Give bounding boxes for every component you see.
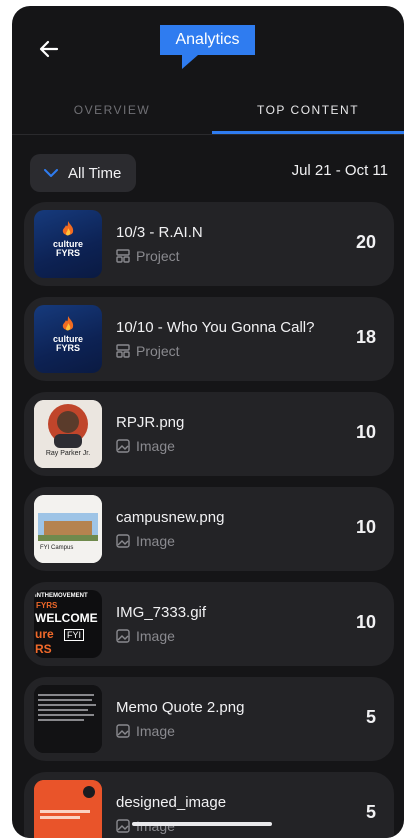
tab-top-content[interactable]: TOP CONTENT <box>212 86 404 134</box>
thumb-text-rs: RS <box>35 642 52 656</box>
item-type-label: Project <box>136 343 180 359</box>
thumb-text-ray: Ray Parker Jr. <box>45 450 91 457</box>
campus-graphic <box>34 495 102 563</box>
image-thumbnail <box>34 780 102 838</box>
item-title: 10/10 - Who You Gonna Call? <box>116 319 315 336</box>
image-icon <box>116 819 130 833</box>
item-count: 10 <box>355 612 376 632</box>
image-thumbnail <box>34 685 102 753</box>
project-icon <box>116 249 130 263</box>
project-thumbnail: culture FYRS <box>34 305 102 373</box>
thumb-text-welcome: WELCOME <box>35 611 98 625</box>
item-count: 5 <box>365 707 376 727</box>
thumb-text-fyrs: FYRS <box>55 343 80 353</box>
tab-overview[interactable]: OVERVIEW <box>12 86 212 134</box>
item-type-label: Image <box>136 723 175 739</box>
list-item[interactable]: INTHEMOVEMENT FYRS WELCOME ure RS FYI IM… <box>24 582 394 666</box>
item-type-label: Image <box>136 438 175 454</box>
item-title: Memo Quote 2.png <box>116 699 245 716</box>
tab-bar: OVERVIEW TOP CONTENT <box>12 86 404 135</box>
designed-graphic <box>34 780 102 838</box>
date-range-text: Jul 21 - Oct 11 <box>291 162 388 179</box>
item-type-label: Project <box>136 248 180 264</box>
thumb-text-fyrs: FYRS <box>55 248 80 258</box>
back-arrow-icon <box>39 40 59 58</box>
list-item[interactable]: Ray Parker Jr. RPJR.png Image 10 <box>24 392 394 476</box>
thumb-text-campus: FYI Campus <box>40 545 74 551</box>
item-type: Project <box>116 248 180 264</box>
project-icon <box>116 344 130 358</box>
image-icon <box>116 534 130 548</box>
item-title: campusnew.png <box>116 509 225 526</box>
item-count: 10 <box>355 422 376 442</box>
thumb-text-ure: ure <box>35 627 54 641</box>
time-range-label: All Time <box>68 164 122 182</box>
project-thumbnail: culture FYRS <box>34 210 102 278</box>
list-item[interactable]: FYI Campus campusnew.png Image 10 <box>24 487 394 571</box>
list-item[interactable]: culture FYRS 10/3 - R.AI.N Project 20 <box>24 202 394 286</box>
item-type-label: Image <box>136 818 175 834</box>
item-type: Image <box>116 628 175 644</box>
item-type: Project <box>116 343 180 359</box>
flame-icon <box>61 220 75 238</box>
list-item[interactable]: designed_image Image 5 <box>24 772 394 838</box>
image-thumbnail: INTHEMOVEMENT FYRS WELCOME ure RS FYI <box>34 590 102 658</box>
thumb-text-movement: INTHEMOVEMENT <box>35 593 88 599</box>
list-item[interactable]: Memo Quote 2.png Image 5 <box>24 677 394 761</box>
thumb-text-fyi: FYI <box>64 629 85 641</box>
home-indicator <box>132 822 272 826</box>
active-tab-indicator <box>212 131 404 134</box>
flame-icon <box>61 315 75 333</box>
item-count: 10 <box>355 517 376 537</box>
item-count: 20 <box>355 232 376 252</box>
item-title: RPJR.png <box>116 414 185 431</box>
item-title: IMG_7333.gif <box>116 604 207 621</box>
item-count: 5 <box>365 802 376 822</box>
phone-screen: Analytics OVERVIEW TOP CONTENT All Time … <box>12 6 404 838</box>
time-range-dropdown[interactable]: All Time <box>30 154 136 192</box>
image-icon <box>116 439 130 453</box>
item-title: 10/3 - R.AI.N <box>116 224 203 241</box>
item-type: Image <box>116 438 175 454</box>
item-title: designed_image <box>116 794 227 811</box>
image-thumbnail: FYI Campus <box>34 495 102 563</box>
image-thumbnail: Ray Parker Jr. <box>34 400 102 468</box>
item-type-label: Image <box>136 628 175 644</box>
list-item[interactable]: culture FYRS 10/10 - Who You Gonna Call?… <box>24 297 394 381</box>
item-type: Image <box>116 533 175 549</box>
item-type: Image <box>116 723 175 739</box>
back-button[interactable] <box>34 34 64 64</box>
memo-graphic <box>34 685 102 753</box>
page-title: Analytics <box>160 25 255 69</box>
item-type: Image <box>116 818 175 834</box>
image-icon <box>116 724 130 738</box>
thumb-text-fyrs: FYRS <box>36 601 58 610</box>
chevron-down-icon <box>44 168 58 178</box>
item-type-label: Image <box>136 533 175 549</box>
image-icon <box>116 629 130 643</box>
item-count: 18 <box>355 327 376 347</box>
portrait-graphic <box>34 400 102 468</box>
